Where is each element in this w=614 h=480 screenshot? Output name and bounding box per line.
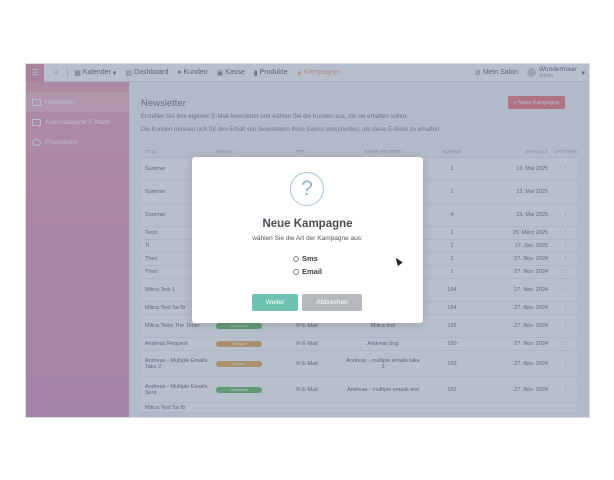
- question-icon: ?: [290, 172, 324, 206]
- radio-email[interactable]: [293, 268, 299, 275]
- app-window: ☰ ⌂ ▦ Kalender ▾ ▤ Dashboard ● Kunden ▣ Kasse…: [26, 64, 589, 417]
- option-sms-label: Sms: [302, 254, 318, 263]
- option-sms[interactable]: Sms: [293, 254, 318, 263]
- radio-sms[interactable]: [293, 255, 299, 262]
- option-email-label: Email: [302, 267, 323, 276]
- option-email[interactable]: Email: [293, 267, 322, 276]
- continue-button[interactable]: Weiter: [252, 294, 298, 311]
- dialog-subtitle: wählen Sie die Art der Kampagne aus:: [252, 235, 363, 242]
- cancel-button[interactable]: Abbrechen: [302, 294, 362, 311]
- new-campaign-dialog: ? Neue Kampagne wählen Sie die Art der K…: [192, 157, 423, 323]
- dialog-title: Neue Kampagne: [262, 218, 353, 230]
